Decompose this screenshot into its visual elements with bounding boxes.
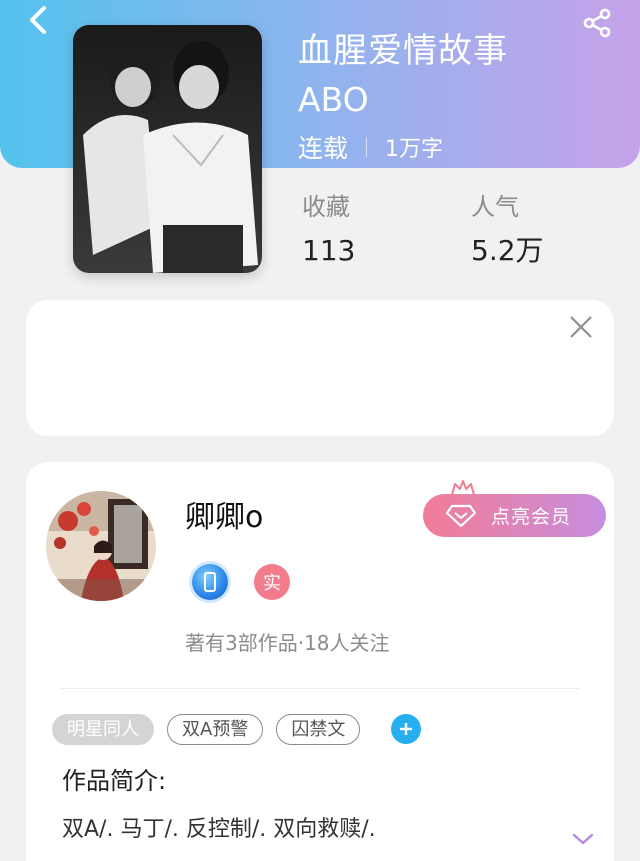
cover-image: [73, 25, 262, 273]
book-title: 血腥爱情故事: [298, 31, 508, 71]
ad-card: [26, 300, 614, 436]
tag-item[interactable]: 囚禁文: [276, 713, 361, 745]
stat-value: 5.2万: [471, 234, 544, 267]
author-avatar[interactable]: [46, 491, 156, 601]
back-button[interactable]: [22, 4, 54, 36]
diamond-icon: [445, 504, 477, 527]
author-stats: 著有3部作品·18人关注: [185, 631, 390, 655]
tags-row: 明星同人 双A预警 囚禁文: [52, 713, 422, 745]
divider: [60, 688, 580, 689]
word-count: 1万字: [385, 137, 444, 162]
chevron-left-icon: [30, 6, 46, 34]
plus-icon: [400, 723, 413, 735]
stat-value: 113: [302, 234, 356, 267]
real-name-badge[interactable]: 实: [254, 564, 290, 600]
stat-popularity: 人气 5.2万: [471, 192, 544, 268]
expand-intro-button[interactable]: [568, 826, 598, 852]
chevron-down-icon: [572, 833, 594, 845]
stat-favorites: 收藏 113: [302, 192, 355, 268]
author-name[interactable]: 卿卿o: [185, 498, 263, 538]
tag-item[interactable]: 双A预警: [167, 713, 264, 745]
close-icon: [570, 316, 592, 338]
add-tag-button[interactable]: [391, 714, 422, 744]
vip-label: 点亮会员: [491, 506, 572, 528]
stat-label: 人气: [471, 193, 519, 221]
book-cover[interactable]: [73, 25, 262, 273]
tag-item[interactable]: 明星同人: [52, 713, 154, 745]
serial-status: 连载: [298, 134, 349, 163]
share-icon: [583, 8, 611, 38]
share-button[interactable]: [580, 6, 614, 40]
avatar-image: [46, 491, 156, 601]
book-meta: 连载 1万字: [298, 131, 443, 163]
intro-text: 双A/. 马丁/. 反控制/. 双向救赎/.: [62, 817, 376, 842]
phone-icon: [204, 572, 216, 592]
intro-title: 作品简介:: [62, 767, 167, 795]
close-ad-button[interactable]: [566, 312, 596, 342]
verified-badge[interactable]: [192, 564, 228, 600]
book-subtitle: ABO: [298, 80, 369, 119]
meta-divider: [366, 137, 368, 157]
stat-label: 收藏: [302, 193, 350, 221]
vip-button[interactable]: 点亮会员: [423, 494, 606, 537]
